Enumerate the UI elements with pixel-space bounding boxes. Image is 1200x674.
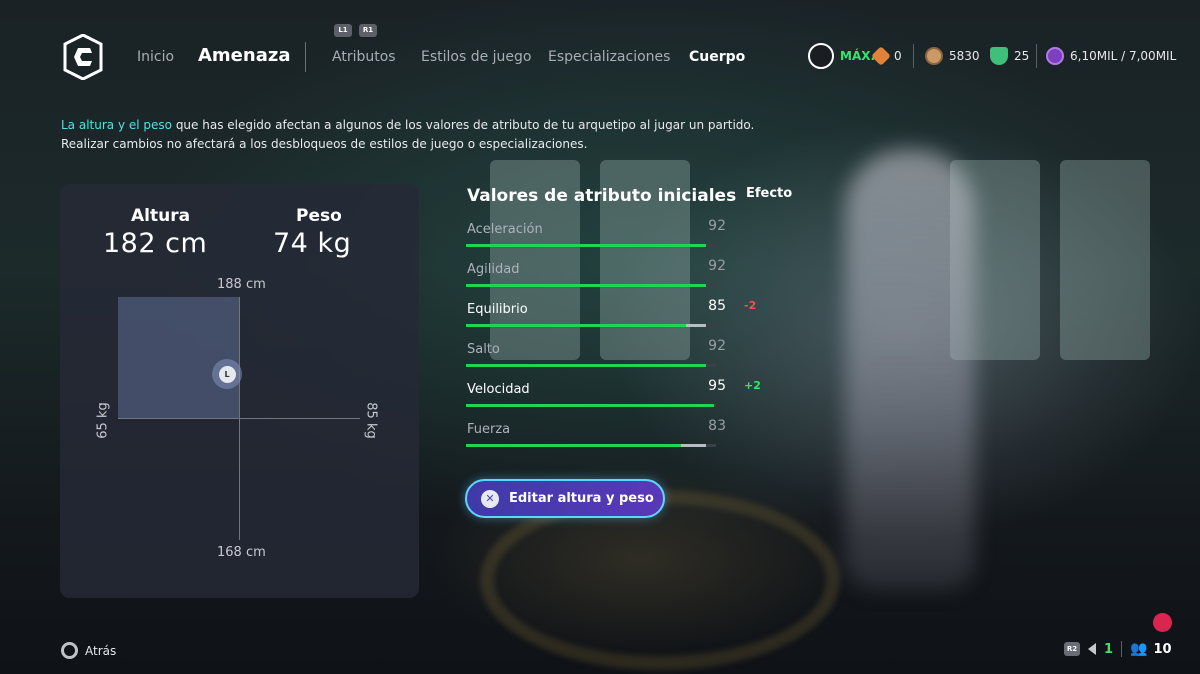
- attribute-bar-fill: [466, 244, 706, 247]
- attribute-name: Equilibrio: [467, 302, 528, 317]
- points-icon: [990, 47, 1008, 65]
- attribute-bar-fill: [466, 404, 714, 407]
- attribute-name: Salto: [467, 342, 500, 357]
- height-max-label: 188 cm: [217, 277, 266, 292]
- tab-especializaciones[interactable]: Especializaciones: [548, 49, 670, 65]
- nav-amenaza[interactable]: Amenaza: [198, 45, 290, 66]
- attribute-bar: [466, 364, 716, 367]
- effect-title: Efecto: [746, 186, 793, 201]
- attribute-name: Fuerza: [467, 422, 511, 437]
- sp-currency: 6,10MIL / 7,00MIL: [1046, 43, 1176, 69]
- l-stick-icon: L: [218, 365, 236, 383]
- cross-button-icon: ✕: [481, 489, 499, 508]
- height-min-label: 168 cm: [217, 545, 266, 560]
- ap-icon: [871, 46, 891, 66]
- attribute-name: Aceleración: [467, 222, 543, 237]
- attribute-row: Equilibrio 85 -2: [466, 298, 766, 332]
- ap-currency: 0: [871, 43, 902, 69]
- weight-axis: [118, 418, 360, 419]
- attribute-value: 92: [708, 338, 726, 354]
- background-player: [845, 150, 975, 590]
- attributes-title: Valores de atributo iniciales: [467, 186, 737, 206]
- description-highlight: La altura y el peso: [61, 118, 172, 132]
- back-label: Atrás: [85, 643, 117, 658]
- attribute-bar-fill: [466, 364, 706, 367]
- attribute-row: Velocidad 95 +2: [466, 378, 766, 412]
- points-value: 25: [1014, 49, 1030, 63]
- coins-value: 5830: [949, 49, 980, 63]
- description-line-1: que has elegido afectan a algunos de los…: [172, 118, 755, 132]
- attribute-row: Fuerza 83: [466, 418, 766, 452]
- attribute-row: Agilidad 92: [466, 258, 766, 292]
- attribute-bar: [466, 404, 716, 407]
- attribute-name: Agilidad: [467, 262, 520, 277]
- body-position-marker[interactable]: L: [212, 359, 242, 389]
- attribute-bar-reduction: [686, 324, 706, 327]
- weight-label: Peso: [296, 206, 342, 226]
- attribute-bar: [466, 444, 716, 447]
- attribute-bar-fill: [466, 284, 706, 287]
- description-text: La altura y el peso que has elegido afec…: [61, 116, 781, 154]
- party-count: 1: [1104, 641, 1114, 657]
- back-button[interactable]: Atrás: [61, 642, 116, 659]
- height-value: 182 cm: [103, 228, 208, 259]
- r2-hint-icon: R2: [1064, 642, 1080, 656]
- rank-shield-icon: [808, 43, 834, 69]
- max-level-indicator: MÁX.: [808, 43, 875, 69]
- attribute-bar: [466, 324, 716, 327]
- friends-icon: 👥: [1130, 641, 1148, 657]
- currency-divider: [1036, 44, 1037, 68]
- weight-min-label: 65 kg: [95, 402, 111, 439]
- l1-hint-icon: L1: [334, 24, 352, 37]
- tab-atributos[interactable]: Atributos: [332, 49, 396, 65]
- record-indicator-icon: [1153, 613, 1172, 632]
- attribute-row: Salto 92: [466, 338, 766, 372]
- body-range-area: [118, 297, 239, 418]
- weight-value: 74 kg: [273, 228, 352, 259]
- nav-divider: [305, 42, 306, 72]
- coin-icon: [925, 47, 943, 65]
- attribute-name: Velocidad: [467, 382, 530, 397]
- speaker-icon: [1088, 643, 1096, 655]
- r1-hint-icon: R1: [359, 24, 377, 37]
- footer-status: R2 1 👥 10: [1064, 640, 1172, 658]
- points-currency: 25: [990, 43, 1029, 69]
- attribute-value: 85: [708, 298, 726, 314]
- attribute-value: 92: [708, 258, 726, 274]
- sp-icon: [1046, 47, 1064, 65]
- nav-inicio[interactable]: Inicio: [137, 49, 174, 65]
- friends-count: 10: [1153, 641, 1172, 657]
- attribute-row: Aceleración 92: [466, 218, 766, 252]
- attribute-bar-reduction: [681, 444, 706, 447]
- edit-button-label: Editar altura y peso: [509, 491, 654, 506]
- attribute-effect: -2: [744, 299, 757, 312]
- max-label: MÁX.: [840, 49, 876, 63]
- tab-estilos-de-juego[interactable]: Estilos de juego: [421, 49, 532, 65]
- ap-value: 0: [894, 49, 902, 63]
- footer-divider: [1121, 641, 1123, 657]
- edit-height-weight-button[interactable]: ✕ Editar altura y peso: [465, 479, 665, 518]
- currency-divider: [913, 44, 914, 68]
- attribute-effect: +2: [744, 379, 761, 392]
- attribute-value: 92: [708, 218, 726, 234]
- tab-cuerpo[interactable]: Cuerpo: [689, 49, 745, 65]
- weight-max-label: 85 kg: [363, 402, 379, 439]
- attribute-bar: [466, 284, 716, 287]
- attribute-bar-fill: [466, 444, 681, 447]
- attribute-bar: [466, 244, 716, 247]
- game-logo-icon: [63, 34, 103, 80]
- height-label: Altura: [131, 206, 191, 226]
- coins-currency: 5830: [925, 43, 980, 69]
- sp-value: 6,10MIL / 7,00MIL: [1070, 49, 1177, 63]
- attribute-value: 83: [708, 418, 726, 434]
- attribute-bar-fill: [466, 324, 686, 327]
- circle-button-icon: [61, 642, 78, 659]
- description-line-2: Realizar cambios no afectará a los desbl…: [61, 137, 588, 151]
- attribute-value: 95: [708, 378, 726, 394]
